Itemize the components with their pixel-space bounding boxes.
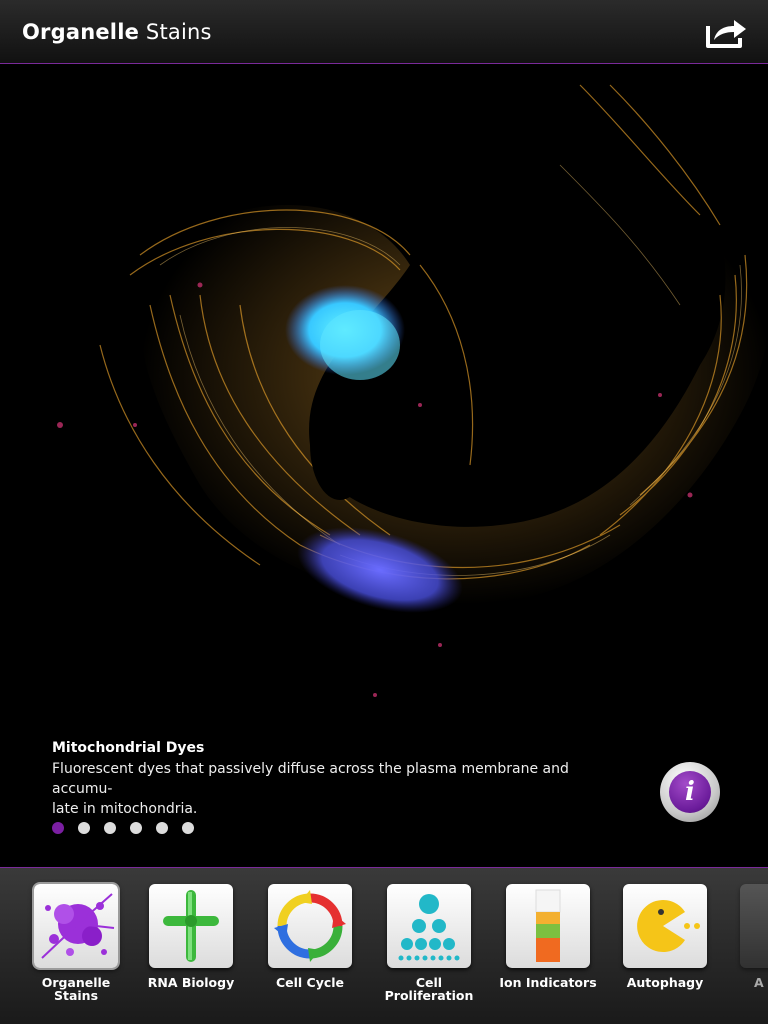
caption: Mitochondrial Dyes Fluorescent dyes that…	[52, 740, 632, 819]
header-bar: Organelle Stains	[0, 0, 768, 64]
partial-tab-icon	[740, 884, 768, 968]
color-bar-icon	[506, 884, 590, 968]
tab-label-line2: Stains	[53, 988, 99, 1003]
page-dot-1[interactable]	[52, 822, 64, 834]
tab-cell-cycle[interactable]: Cell Cycle	[258, 884, 362, 989]
trna-graphic	[163, 890, 219, 962]
caption-title: Mitochondrial Dyes	[52, 740, 205, 756]
page-dot-4[interactable]	[130, 822, 142, 834]
caption-description: Fluorescent dyes that passively diffuse …	[52, 759, 632, 819]
tab-label: Cell Proliferation	[377, 976, 481, 1002]
info-icon: i	[669, 771, 711, 813]
pacman-graphic	[637, 900, 700, 952]
app-window: Organelle Stains Mitochondrial Dyes Fluo…	[0, 0, 768, 1024]
tab-label: Ion Indicators	[499, 975, 597, 990]
page-dot-5[interactable]	[156, 822, 168, 834]
page-dot-2[interactable]	[78, 822, 90, 834]
cell-pyramid-icon	[387, 884, 471, 968]
tab-ion-indicators[interactable]: Ion Indicators	[496, 884, 600, 989]
page-indicator	[52, 822, 208, 834]
color-bar-graphic	[535, 889, 561, 962]
tab-label: Cell Cycle	[275, 975, 345, 990]
info-button[interactable]: i	[660, 762, 720, 822]
page-dot-3[interactable]	[104, 822, 116, 834]
tab-label: RNA Biology	[147, 975, 235, 990]
title-rest: Stains	[139, 20, 212, 44]
bottom-tab-bar: Organelle Stains RNA Biology Cell Cycle …	[0, 867, 768, 1024]
caption-line-1: Fluorescent dyes that passively diffuse …	[52, 761, 569, 797]
tab-label: Organelle Stains	[24, 976, 128, 1002]
tab-cell-proliferation[interactable]: Cell Proliferation	[377, 884, 481, 1002]
ink-splash-icon	[34, 884, 118, 968]
share-icon	[706, 20, 746, 48]
tab-rna-biology[interactable]: RNA Biology	[139, 884, 243, 989]
pacman-icon	[623, 884, 707, 968]
tab-label-line2: Proliferation	[384, 988, 474, 1003]
tab-label: A	[754, 975, 764, 990]
trna-icon	[149, 884, 233, 968]
cell-pyramid-graphic	[398, 894, 460, 961]
tab-autophagy[interactable]: Autophagy	[613, 884, 717, 989]
caption-line-2: late in mitochondria.	[52, 801, 198, 817]
page-dot-6[interactable]	[182, 822, 194, 834]
ink-splash-graphic	[41, 893, 115, 959]
tab-organelle-stains[interactable]: Organelle Stains	[24, 884, 128, 1002]
title-bold: Organelle	[22, 20, 140, 44]
tab-partial[interactable]: A	[740, 884, 768, 989]
tab-label: Autophagy	[626, 975, 704, 990]
cycle-arrows-icon	[268, 884, 352, 968]
page-title: Organelle Stains	[22, 20, 212, 44]
cycle-arrows-graphic	[274, 890, 346, 962]
share-button[interactable]	[704, 12, 748, 52]
